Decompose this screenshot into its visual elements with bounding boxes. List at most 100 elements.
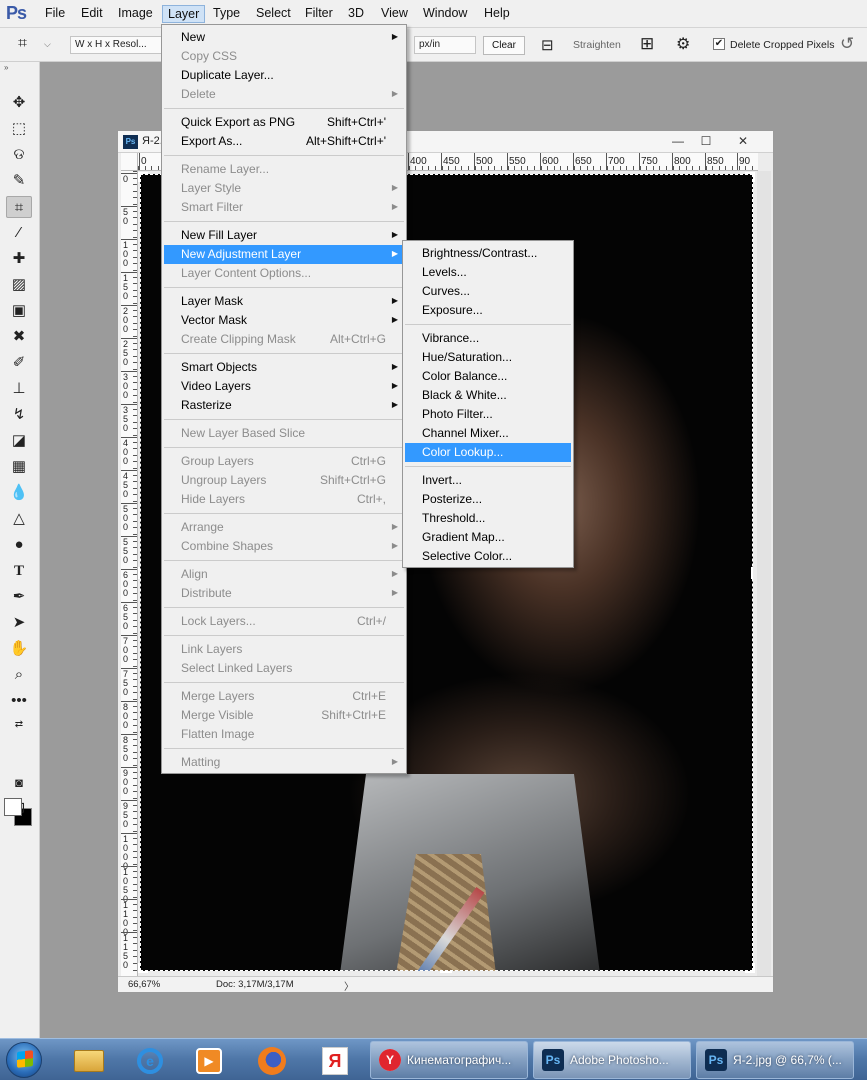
history-brush-icon[interactable]: ↯ <box>6 404 32 426</box>
menu-item-video-layers[interactable]: Video Layers ▶ <box>164 377 404 396</box>
firefox-icon[interactable] <box>248 1042 298 1078</box>
menu-item-invert[interactable]: Invert... <box>405 471 571 490</box>
quick-mask-icon[interactable]: ◙ <box>6 772 32 794</box>
menu-item-arrange[interactable]: Arrange ▶ <box>164 518 404 537</box>
path-select-icon[interactable]: ➤ <box>6 612 32 634</box>
panel-collapse-icon[interactable]: » <box>4 64 34 72</box>
resolution-unit-dropdown[interactable]: px/in <box>414 36 476 54</box>
swap-colors-icon[interactable]: ⇄ <box>6 714 32 736</box>
taskbar-task-document[interactable]: Ps Я-2.jpg @ 66,7% (... <box>696 1041 854 1079</box>
crop-handle-bottom[interactable] <box>440 969 452 973</box>
menu-item-duplicate-layer[interactable]: Duplicate Layer... <box>164 66 404 85</box>
menu-item-brightness-contrast[interactable]: Brightness/Contrast... <box>405 244 571 263</box>
menu-item-lock-layers[interactable]: Lock Layers... Ctrl+/ <box>164 612 404 631</box>
yandex-icon[interactable]: Я <box>310 1042 360 1078</box>
menu-item-hide-layers[interactable]: Hide Layers Ctrl+, <box>164 490 404 509</box>
hand-tool-icon[interactable]: ✋ <box>6 638 32 660</box>
crop-handle-bottom-right[interactable] <box>745 963 755 973</box>
menu-item-rasterize[interactable]: Rasterize ▶ <box>164 396 404 415</box>
ratio-preset-dropdown[interactable]: W x H x Resol... <box>70 36 162 54</box>
menu-view[interactable]: View <box>376 5 413 23</box>
menu-item-photo-filter[interactable]: Photo Filter... <box>405 405 571 424</box>
menu-item-flatten-image[interactable]: Flatten Image <box>164 725 404 744</box>
quick-select-tool-icon[interactable]: ✎ <box>6 170 32 192</box>
menu-item-create-clipping-mask[interactable]: Create Clipping Mask Alt+Ctrl+G <box>164 330 404 349</box>
menu-item-layer-mask[interactable]: Layer Mask ▶ <box>164 292 404 311</box>
taskbar-task-yandex[interactable]: Y Кинематографич... <box>370 1041 528 1079</box>
menu-item-delete[interactable]: Delete ▶ <box>164 85 404 104</box>
menu-3d[interactable]: 3D <box>343 5 369 23</box>
menu-item-quick-export-as-png[interactable]: Quick Export as PNG Shift+Ctrl+' <box>164 113 404 132</box>
menu-item-smart-objects[interactable]: Smart Objects ▶ <box>164 358 404 377</box>
menu-image[interactable]: Image <box>113 5 158 23</box>
crop-tool-preset-icon[interactable]: ⌗ <box>18 35 27 53</box>
menu-item-vector-mask[interactable]: Vector Mask ▶ <box>164 311 404 330</box>
menu-item-posterize[interactable]: Posterize... <box>405 490 571 509</box>
menu-select[interactable]: Select <box>251 5 296 23</box>
chevron-down-icon[interactable]: ⌵ <box>44 39 51 50</box>
menu-item-distribute[interactable]: Distribute ▶ <box>164 584 404 603</box>
menu-item-vibrance[interactable]: Vibrance... <box>405 329 571 348</box>
straighten-icon[interactable]: ⊟ <box>541 36 554 54</box>
menu-item-color-lookup[interactable]: Color Lookup... <box>405 443 571 462</box>
menu-item-align[interactable]: Align ▶ <box>164 565 404 584</box>
patch-tool-icon[interactable]: ▨ <box>6 274 32 296</box>
menu-layer[interactable]: Layer <box>162 5 206 23</box>
foreground-color-swatch[interactable] <box>4 798 22 816</box>
menu-item-curves[interactable]: Curves... <box>405 282 571 301</box>
menu-help[interactable]: Help <box>479 5 515 23</box>
menu-item-new[interactable]: New ▶ <box>164 28 404 47</box>
menu-item-selective-color[interactable]: Selective Color... <box>405 547 571 566</box>
menu-item-link-layers[interactable]: Link Layers <box>164 640 404 659</box>
start-button[interactable] <box>6 1042 42 1078</box>
media-player-icon[interactable]: ▶ <box>186 1042 236 1078</box>
vertical-scrollbar[interactable] <box>757 171 771 977</box>
menu-item-rename-layer[interactable]: Rename Layer... <box>164 160 404 179</box>
menu-item-gradient-map[interactable]: Gradient Map... <box>405 528 571 547</box>
blur-tool-icon[interactable]: 💧 <box>6 482 32 504</box>
menu-item-copy-css[interactable]: Copy CSS <box>164 47 404 66</box>
explorer-icon[interactable] <box>66 1042 116 1078</box>
crop-handle-left[interactable] <box>138 567 142 579</box>
gear-icon[interactable]: ⚙ <box>676 34 690 54</box>
sharpen-tool-icon[interactable]: △ <box>6 508 32 530</box>
maximize-button[interactable]: ☐ <box>693 133 719 150</box>
frame-tool-icon[interactable]: ▣ <box>6 300 32 322</box>
internet-explorer-icon[interactable]: e <box>127 1042 177 1078</box>
crop-handle-top-right[interactable] <box>745 172 755 182</box>
menu-item-hue-saturation[interactable]: Hue/Saturation... <box>405 348 571 367</box>
menu-item-exposure[interactable]: Exposure... <box>405 301 571 320</box>
clear-button[interactable]: Clear <box>483 36 525 55</box>
close-button[interactable]: ✕ <box>730 133 756 150</box>
overlay-grid-icon[interactable]: ⊞ <box>640 34 654 54</box>
menu-item-layer-style[interactable]: Layer Style ▶ <box>164 179 404 198</box>
menu-type[interactable]: Type <box>208 5 245 23</box>
menu-item-layer-content-options[interactable]: Layer Content Options... <box>164 264 404 283</box>
pen-tool-icon[interactable]: ✒ <box>6 586 32 608</box>
crop-handle-right[interactable] <box>749 567 753 579</box>
vertical-ruler[interactable]: 0 5 0 1 0 0 1 5 0 2 0 0 2 5 0 3 0 0 3 5 0 4 0 0 4… <box>121 171 138 977</box>
menu-item-threshold[interactable]: Threshold... <box>405 509 571 528</box>
minimize-button[interactable]: — <box>665 133 691 150</box>
menu-item-new-fill-layer[interactable]: New Fill Layer ▶ <box>164 226 404 245</box>
menu-item-merge-layers[interactable]: Merge Layers Ctrl+E <box>164 687 404 706</box>
menu-item-new-layer-based-slice[interactable]: New Layer Based Slice <box>164 424 404 443</box>
menu-item-black-white[interactable]: Black & White... <box>405 386 571 405</box>
menu-item-levels[interactable]: Levels... <box>405 263 571 282</box>
type-tool-icon[interactable]: T <box>6 560 32 582</box>
menu-item-color-balance[interactable]: Color Balance... <box>405 367 571 386</box>
menu-item-select-linked-layers[interactable]: Select Linked Layers <box>164 659 404 678</box>
menu-item-new-adjustment-layer[interactable]: New Adjustment Layer ▶ <box>164 245 404 264</box>
menu-item-export-as[interactable]: Export As... Alt+Shift+Ctrl+' <box>164 132 404 151</box>
eraser-tool-icon[interactable]: ◪ <box>6 430 32 452</box>
gradient-tool-icon[interactable]: ▦ <box>6 456 32 478</box>
menu-item-ungroup-layers[interactable]: Ungroup Layers Shift+Ctrl+G <box>164 471 404 490</box>
menu-edit[interactable]: Edit <box>76 5 108 23</box>
reset-icon[interactable]: ↺ <box>840 34 854 54</box>
menu-filter[interactable]: Filter <box>300 5 338 23</box>
dodge-tool-icon[interactable]: ● <box>6 534 32 556</box>
healing-brush-icon[interactable]: ✚ <box>6 248 32 270</box>
lasso-tool-icon[interactable]: ଡ <box>6 144 32 166</box>
crop-handle-top-left[interactable] <box>138 172 148 182</box>
taskbar-task-photoshop[interactable]: Ps Adobe Photosho... <box>533 1041 691 1079</box>
